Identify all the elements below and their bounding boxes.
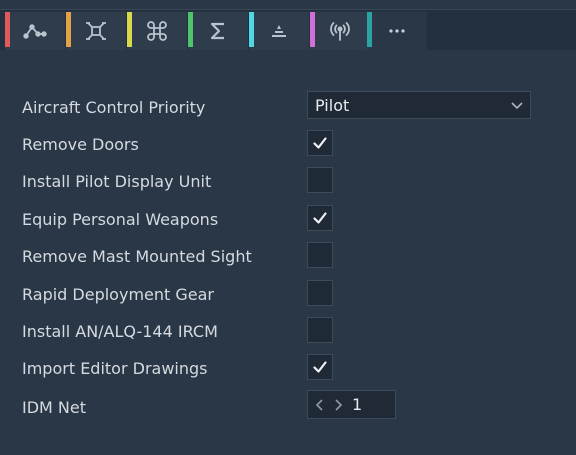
- checkmark-icon: [313, 361, 327, 373]
- setting-row-aircraft-control-priority: Aircraft Control Priority Pilot: [22, 91, 542, 123]
- tab-drone[interactable]: [66, 12, 126, 50]
- chevron-left-icon[interactable]: [314, 397, 326, 413]
- tab-strip: [0, 0, 576, 50]
- drone-icon: [86, 22, 106, 40]
- setting-row-install-pilot-display-unit: Install Pilot Display Unit: [22, 167, 542, 197]
- setting-label: Import Editor Drawings: [22, 359, 208, 378]
- tab-color-stripe: [127, 12, 132, 47]
- tab-strip-top-border: [0, 0, 576, 10]
- setting-label: Equip Personal Weapons: [22, 210, 219, 229]
- setting-label: Rapid Deployment Gear: [22, 285, 214, 304]
- select-value: Pilot: [315, 96, 350, 115]
- setting-row-idm-net: IDM Net 1: [22, 390, 542, 423]
- chevron-right-icon[interactable]: [332, 397, 344, 413]
- waypoint-path-icon: [23, 24, 47, 39]
- setting-row-remove-doors: Remove Doors: [22, 130, 542, 160]
- mission-options-panel: Aircraft Control Priority Pilot Remove D…: [0, 0, 576, 455]
- tab-more[interactable]: [367, 12, 427, 50]
- setting-row-import-editor-drawings: Import Editor Drawings: [22, 354, 542, 384]
- tab-sigma[interactable]: [188, 12, 248, 50]
- tab-layers[interactable]: [249, 12, 309, 50]
- remove-mast-mounted-sight-checkbox[interactable]: [307, 242, 333, 268]
- import-editor-drawings-checkbox[interactable]: [307, 354, 333, 380]
- setting-label: IDM Net: [22, 398, 87, 417]
- layers-icon: [272, 25, 286, 37]
- aircraft-control-priority-select[interactable]: Pilot: [307, 91, 531, 119]
- command-key-icon: [147, 21, 167, 41]
- setting-label: Remove Doors: [22, 135, 139, 154]
- setting-label: Install AN/ALQ-144 IRCM: [22, 322, 218, 341]
- tab-color-stripe: [5, 12, 10, 47]
- setting-label: Aircraft Control Priority: [22, 98, 206, 117]
- tab-color-stripe: [249, 12, 254, 47]
- tab-color-stripe: [188, 12, 193, 47]
- setting-label: Install Pilot Display Unit: [22, 172, 212, 191]
- tab-waypoints[interactable]: [5, 12, 65, 50]
- setting-row-install-an-alq-144-ircm: Install AN/ALQ-144 IRCM: [22, 317, 542, 347]
- install-an-alq-144-ircm-checkbox[interactable]: [307, 317, 333, 343]
- setting-label: Remove Mast Mounted Sight: [22, 247, 252, 266]
- more-options-icon: [389, 29, 405, 33]
- idm-net-value: 1: [352, 395, 363, 414]
- setting-row-equip-personal-weapons: Equip Personal Weapons: [22, 205, 542, 235]
- setting-row-rapid-deployment-gear: Rapid Deployment Gear: [22, 280, 542, 310]
- rapid-deployment-gear-checkbox[interactable]: [307, 280, 333, 306]
- chevron-down-icon: [511, 102, 523, 110]
- tab-color-stripe: [310, 12, 315, 47]
- tab-color-stripe: [66, 12, 71, 47]
- radio-antenna-icon: [330, 22, 350, 41]
- idm-net-stepper[interactable]: 1: [307, 390, 396, 419]
- tab-command[interactable]: [127, 12, 187, 50]
- equip-personal-weapons-checkbox[interactable]: [307, 205, 333, 231]
- sigma-icon: [210, 22, 224, 40]
- remove-doors-checkbox[interactable]: [307, 130, 333, 156]
- checkmark-icon: [313, 212, 327, 224]
- tab-color-stripe: [367, 12, 372, 47]
- setting-row-remove-mast-mounted-sight: Remove Mast Mounted Sight: [22, 242, 542, 272]
- checkmark-icon: [313, 137, 327, 149]
- tab-radio[interactable]: [310, 12, 370, 50]
- install-pilot-display-unit-checkbox[interactable]: [307, 167, 333, 193]
